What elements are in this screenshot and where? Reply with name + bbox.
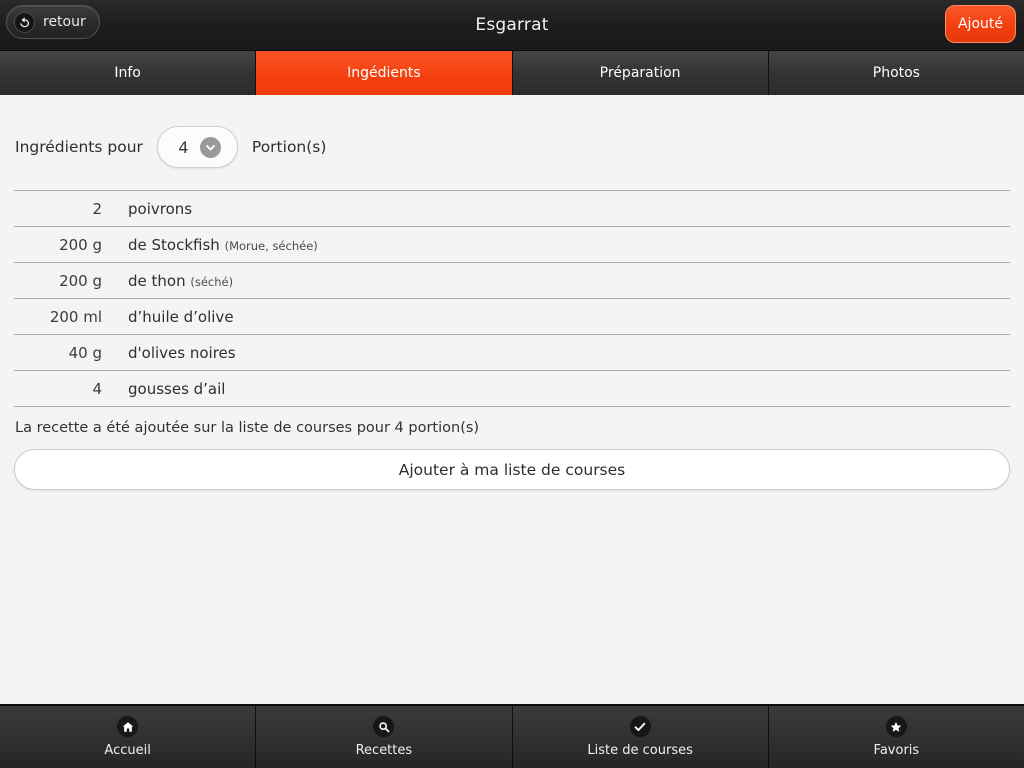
portions-row: Ingrédients pour 4 Portion(s)	[0, 95, 1024, 168]
ingredient-name: de Stockfish (Morue, séchée)	[102, 236, 1010, 254]
check-icon	[629, 716, 651, 737]
ingredient-quantity: 4	[92, 379, 102, 398]
tab-ing-dients[interactable]: Ingédients	[256, 51, 513, 95]
search-icon	[373, 716, 395, 737]
tab-pr-paration[interactable]: Préparation	[512, 51, 769, 95]
ingredient-row: 200 g de thon (séché)	[14, 263, 1010, 299]
ingredient-row: 4 gousses d’ail	[14, 371, 1010, 407]
ingredient-row: 200 g de Stockfish (Morue, séchée)	[14, 227, 1010, 263]
ingredient-name: d’huile d’olive	[102, 308, 1010, 326]
ingredient-quantity: 200 ml	[49, 307, 102, 326]
ingredient-name-text: de Stockfish	[128, 235, 220, 254]
ingredient-note: (séché)	[190, 274, 234, 289]
nav-item-favoris[interactable]: Favoris	[768, 706, 1024, 768]
ingredient-name-text: poivrons	[128, 199, 193, 218]
back-button-label: retour	[43, 14, 86, 30]
nav-item-accueil[interactable]: Accueil	[0, 706, 257, 768]
ingredient-name-text: d’huile d’olive	[128, 307, 234, 326]
ingredient-name-text: de thon	[128, 271, 186, 290]
tab-info[interactable]: Info	[0, 51, 257, 95]
ingredient-name: de thon (séché)	[102, 272, 1010, 290]
status-message: La recette a été ajoutée sur la liste de…	[15, 420, 480, 436]
nav-item-label: Accueil	[104, 743, 151, 758]
ingredient-row: 2 poivrons	[14, 191, 1010, 227]
tab-label: Photos	[872, 65, 920, 81]
nav-item-liste-de-courses[interactable]: Liste de courses	[512, 706, 769, 768]
main-content: Ingrédients pour 4 Portion(s) 2 poivrons 2…	[0, 95, 1024, 704]
ingredient-quantity: 200 g	[59, 235, 102, 254]
portions-select[interactable]: 4	[156, 126, 238, 168]
nav-item-label: Liste de courses	[587, 743, 693, 758]
ingredient-quantity: 200 g	[59, 271, 102, 290]
ingredient-name: poivrons	[102, 200, 1010, 218]
page-title: Esgarrat	[475, 15, 549, 35]
tab-label: Info	[114, 65, 141, 81]
recipe-app: retour Esgarrat Ajouté Info Ingédients Pré…	[0, 0, 1024, 768]
tab-bar: Info Ingédients Préparation Photos	[0, 51, 1024, 95]
added-button[interactable]: Ajouté	[944, 5, 1016, 43]
ingredient-quantity: 40 g	[68, 343, 102, 362]
chevron-down-icon	[199, 136, 221, 158]
portions-suffix-label: Portion(s)	[251, 138, 327, 156]
ingredient-row: 40 g d'olives noires	[14, 335, 1010, 371]
nav-item-recettes[interactable]: Recettes	[256, 706, 513, 768]
ingredient-quantity: 2	[92, 199, 102, 218]
nav-item-label: Recettes	[355, 743, 413, 758]
ingredient-note: (Morue, séchée)	[224, 238, 318, 253]
add-to-shopping-list-button[interactable]: Ajouter à ma liste de courses	[14, 449, 1010, 490]
tab-label: Préparation	[599, 65, 681, 81]
ingredient-name-text: d'olives noires	[128, 343, 236, 362]
ingredient-name: d'olives noires	[102, 344, 1010, 362]
portions-prefix-label: Ingrédients pour	[15, 138, 143, 156]
ingredient-name: gousses d’ail	[102, 380, 1010, 398]
ingredient-name-text: gousses d’ail	[128, 379, 226, 398]
back-button[interactable]: retour	[6, 5, 100, 39]
app-header: retour Esgarrat Ajouté	[0, 0, 1024, 51]
tab-label: Ingédients	[347, 65, 421, 81]
tab-photos[interactable]: Photos	[768, 51, 1024, 95]
nav-item-label: Favoris	[873, 743, 920, 758]
ingredients-table: 2 poivrons 200 g de Stockfish (Morue, séché…	[14, 190, 1010, 407]
home-icon	[117, 716, 139, 737]
star-icon	[885, 716, 907, 737]
bottom-navigation: Accueil Recettes Liste de courses Favoris	[0, 704, 1024, 768]
ingredient-row: 200 ml d’huile d’olive	[14, 299, 1010, 335]
undo-arrow-icon	[14, 11, 35, 33]
portions-value: 4	[178, 137, 189, 157]
